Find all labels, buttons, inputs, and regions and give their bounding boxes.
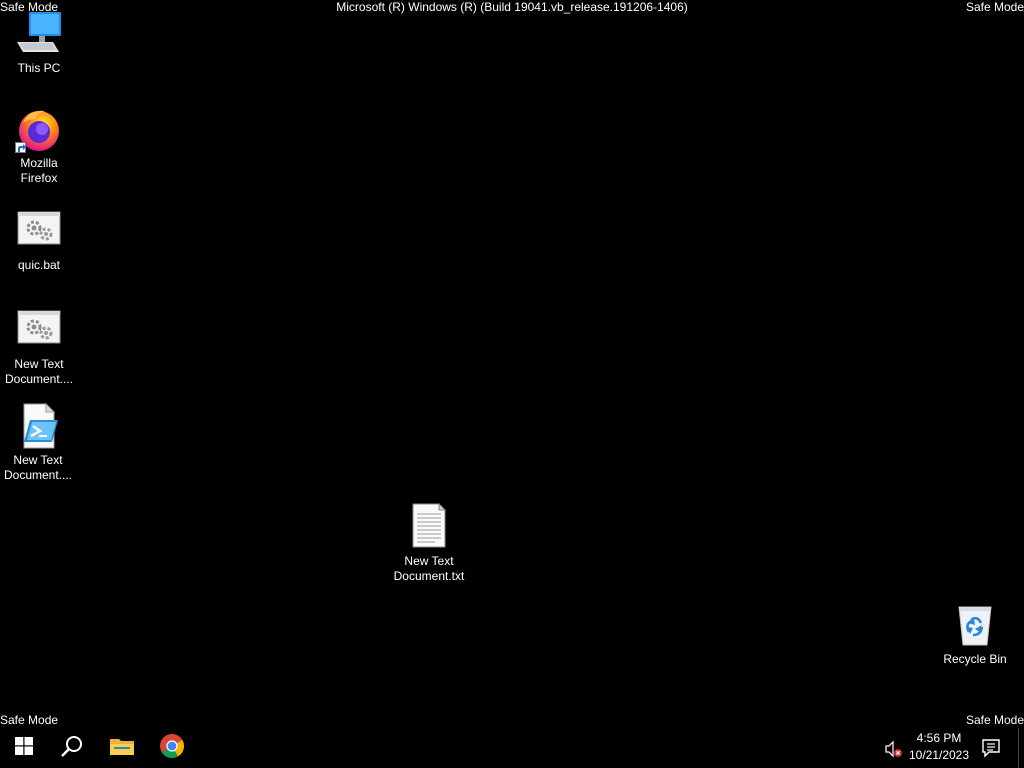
search-button[interactable] [48,728,96,768]
desktop-icon-recycle-bin[interactable]: Recycle Bin [937,601,1013,667]
batch-file-icon [15,207,63,255]
desktop-icon-label: New Text Document.... [4,357,74,386]
firefox-icon [15,105,63,153]
file-explorer-button[interactable] [98,728,146,768]
windows-logo-icon [15,736,33,760]
desktop-icon-this-pc[interactable]: This PC [1,10,77,76]
desktop-icon-label: quic.bat [17,258,61,272]
desktop-icon-quic-bat[interactable]: quic.bat [1,207,77,273]
show-desktop-button[interactable] [1018,728,1019,768]
search-icon [61,735,83,762]
desktop-icon-new-text-document-bat[interactable]: New Text Document.... [1,306,77,387]
desktop-icon-label: This PC [17,61,61,75]
desktop-icon-firefox[interactable]: Mozilla Firefox [1,105,77,186]
desktop-icon-label: New Text Document.... [3,453,73,482]
clock-time: 4:56 PM [916,731,962,745]
safe-mode-label-bottom-left: Safe Mode [0,713,59,727]
chrome-button[interactable] [148,728,196,768]
action-center-icon[interactable] [980,738,1002,758]
desktop-icon-label: Recycle Bin [943,652,1007,666]
desktop-icon-label: Mozilla Firefox [20,156,58,185]
desktop-icon-label: New Text Document.txt [393,554,465,583]
clock-date: 10/21/2023 [908,748,970,762]
computer-icon [15,10,63,58]
taskbar: 4:56 PM 10/21/2023 [0,728,1024,768]
build-watermark: Microsoft (R) Windows (R) (Build 19041.v… [336,0,688,14]
volume-muted-icon[interactable] [884,740,904,758]
recycle-bin-icon [951,601,999,649]
safe-mode-label-top-right: Safe Mode [965,0,1024,14]
desktop-icon-new-text-document-ps1[interactable]: New Text Document.... [0,402,76,483]
start-button[interactable] [0,728,48,768]
shortcut-arrow-icon [15,142,26,153]
safe-mode-label-bottom-right: Safe Mode [965,713,1024,727]
clock[interactable]: 4:56 PM 10/21/2023 [906,730,972,766]
batch-file-icon [15,306,63,354]
text-document-icon [405,503,453,551]
folder-icon [110,736,134,761]
chrome-icon [159,733,185,764]
desktop-icon-new-text-document-txt[interactable]: New Text Document.txt [391,503,467,584]
powershell-script-icon [14,402,62,450]
